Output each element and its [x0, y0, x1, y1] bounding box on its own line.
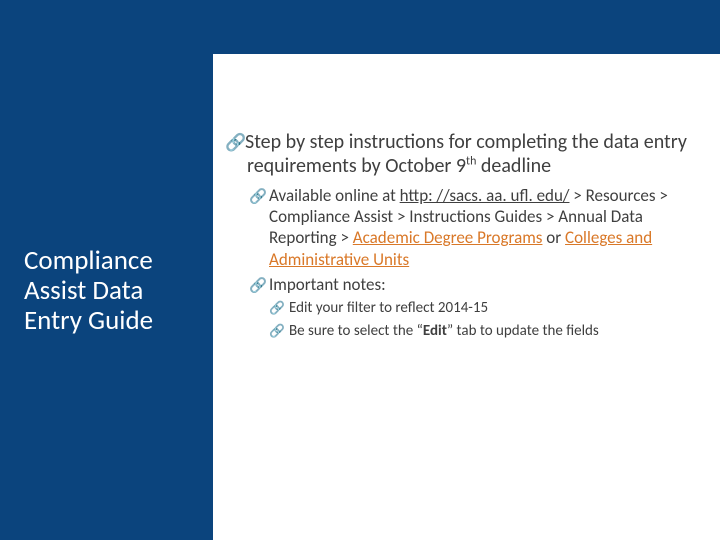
- step-text-b: deadline: [476, 154, 551, 178]
- bullet-step-instructions: 🔗Step by step instructions for completin…: [225, 130, 695, 179]
- link-icon: 🔗: [249, 276, 269, 294]
- notes-label: Important notes:: [269, 274, 386, 295]
- link-sacs[interactable]: http: //sacs. aa. ufl. edu/: [400, 185, 570, 206]
- link-icon: 🔗: [269, 301, 289, 318]
- bullet-note-edit-tab: 🔗Be sure to select the “Edit” tab to upd…: [225, 322, 695, 342]
- slide: Compliance Assist Data Entry Guide 🔗Step…: [0, 0, 720, 540]
- bullet-available-online: 🔗Available online at http: //sacs. aa. u…: [225, 185, 695, 270]
- link-icon: 🔗: [249, 187, 269, 205]
- link-academic-degree-programs[interactable]: Academic Degree Programs: [353, 227, 543, 248]
- avail-c: or: [542, 227, 565, 248]
- content-area: 🔗Step by step instructions for completin…: [225, 130, 695, 344]
- link-icon: 🔗: [269, 324, 289, 341]
- note2-a: Be sure to select the “: [289, 322, 423, 340]
- note2-b: ” tab to update the fields: [447, 322, 599, 340]
- left-panel: Compliance Assist Data Entry Guide: [0, 0, 213, 540]
- avail-a: Available online at: [269, 185, 400, 206]
- link-icon: 🔗: [225, 133, 245, 154]
- slide-title: Compliance Assist Data Entry Guide: [24, 246, 199, 337]
- step-sup: th: [466, 155, 476, 169]
- bullet-note-filter: 🔗Edit your filter to reflect 2014-15: [225, 299, 695, 319]
- note2-bold: Edit: [423, 322, 447, 340]
- bullet-important-notes: 🔗Important notes:: [225, 274, 695, 295]
- note1-text: Edit your filter to reflect 2014-15: [289, 299, 488, 317]
